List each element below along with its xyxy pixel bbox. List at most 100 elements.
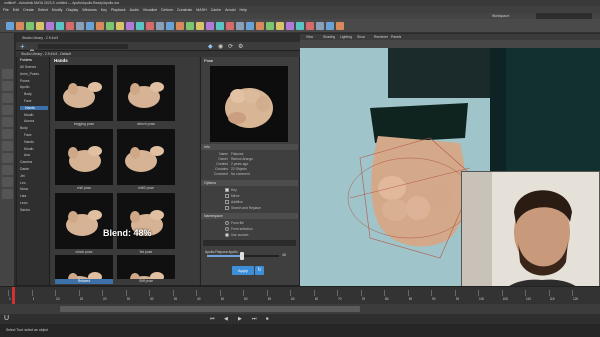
folder-item[interactable]: Mouth [19,147,33,151]
viewport-menu-item[interactable]: Lighting [340,35,352,39]
folder-item[interactable]: Leo [19,181,26,185]
folder-item[interactable]: Lisa [19,194,26,198]
pose-thumbnail[interactable] [117,129,175,185]
timeline[interactable] [0,286,600,304]
shelf-tool-icon[interactable] [306,22,314,30]
viewport-menu-item[interactable]: Renderer [374,35,388,39]
shelf-tool-icon[interactable] [276,22,284,30]
viewport-menu-item[interactable]: View [306,35,313,39]
pose-thumbnail[interactable] [55,255,113,279]
namespace-radio[interactable] [225,227,229,231]
search-icon[interactable] [29,43,36,56]
pose-thumbnail[interactable] [55,193,113,249]
pose-thumbnail[interactable] [117,255,175,279]
menu-item[interactable]: Key [101,8,107,12]
shelf-tool-icon[interactable] [326,22,334,30]
shelf-tool-icon[interactable] [286,22,294,30]
apply-button[interactable]: Apply [232,266,254,275]
option-checkbox[interactable] [225,200,229,204]
menu-item[interactable]: Playback [111,8,126,12]
shelf-tool-icon[interactable] [66,22,74,30]
shelf-tool-icon[interactable] [156,22,164,30]
shelf-tool-icon[interactable] [256,22,264,30]
playback-icon[interactable]: ⏮ [210,316,215,322]
folder-item[interactable]: Anim_Poses [19,72,39,76]
toolbox-tool-icon[interactable] [2,189,13,199]
toolbox-tool-icon[interactable] [2,69,13,79]
folder-item[interactable]: Dante [19,167,29,171]
pose-thumbnail[interactable] [117,65,175,121]
folder-item[interactable]: Face [19,99,32,103]
folder-item[interactable]: Mouth [19,113,33,117]
menu-item[interactable]: Audio [130,8,139,12]
menu-item[interactable]: Create [23,8,34,12]
folder-item[interactable]: Face [19,133,32,137]
pose-thumbnail[interactable] [55,129,113,185]
menu-item[interactable]: Display [66,8,78,12]
viewport-menu-item[interactable]: Show [357,35,365,39]
folder-item[interactable]: Sasha [19,208,30,212]
option-checkbox[interactable] [225,194,229,198]
folder-item[interactable]: Nova [19,187,28,191]
folder-item[interactable]: Body [19,92,32,96]
search-input[interactable] [38,44,128,49]
playhead[interactable] [12,287,15,304]
shelf-tool-icon[interactable] [76,22,84,30]
folder-item[interactable]: Hands [20,105,48,110]
shelf-tool-icon[interactable] [86,22,94,30]
toolbox-tool-icon[interactable] [2,105,13,115]
shelf-tool-icon[interactable] [136,22,144,30]
playback-icon[interactable]: ◀ [224,316,228,322]
namespace-input[interactable]: Apollo:Fistpose:Apollo [203,240,296,254]
shelf-tool-icon[interactable] [126,22,134,30]
shelf-tool-icon[interactable] [226,22,234,30]
folder-item[interactable]: Body [19,126,28,130]
pose-thumbnail[interactable] [55,65,113,121]
option-checkbox[interactable] [225,188,229,192]
apply-options-button[interactable]: ↻ [255,266,264,275]
menu-item[interactable]: Edit [13,8,19,12]
toolbox-tool-icon[interactable] [2,129,13,139]
toolbox-tool-icon[interactable] [2,177,13,187]
toolbox-tool-icon[interactable] [2,141,13,151]
menu-item[interactable]: Arnold [225,8,235,12]
filter-icon[interactable]: ◆ [208,43,215,50]
shelf-tool-icon[interactable] [146,22,154,30]
shelf-tool-icon[interactable] [196,22,204,30]
menu-item[interactable]: Visualize [143,8,157,12]
blend-slider-handle[interactable] [239,252,244,260]
toolbox-tool-icon[interactable] [2,81,13,91]
view-icon[interactable]: ◉ [218,43,225,50]
shelf-tool-icon[interactable] [316,22,324,30]
shelf-tool-icon[interactable] [106,22,114,30]
viewport-menu-item[interactable]: Shading [323,35,335,39]
shelf-tool-icon[interactable] [116,22,124,30]
toolbox-tool-icon[interactable] [2,165,13,175]
shelf-tool-icon[interactable] [296,22,304,30]
shelf-tool-icon[interactable] [236,22,244,30]
toolbox-tool-icon[interactable] [2,93,13,103]
shelf-tool-icon[interactable] [336,22,344,30]
shelf-tool-icon[interactable] [56,22,64,30]
shelf-tool-icon[interactable] [166,22,174,30]
menu-item[interactable]: Select [38,8,48,12]
shelf-tool-icon[interactable] [36,22,44,30]
menu-item[interactable]: Windows [82,8,97,12]
shelf-tool-icon[interactable] [26,22,34,30]
menu-item[interactable]: Help [239,8,246,12]
toolbox-tool-icon[interactable] [2,153,13,163]
info-section[interactable]: Info [201,144,298,150]
options-section[interactable]: Options [201,180,298,186]
playback-icon[interactable]: ⏭ [252,316,257,322]
folder-item[interactable]: Jet [19,174,25,178]
folder-item[interactable]: Apollo [19,85,29,89]
menu-item[interactable]: Cache [211,8,221,12]
folder-item[interactable]: Hands [19,140,34,144]
shelf-tool-icon[interactable] [216,22,224,30]
folder-item[interactable]: Camera [19,160,32,164]
menu-item[interactable]: Deform [161,8,173,12]
shelf-tool-icon[interactable] [46,22,54,30]
menu-item[interactable]: File [3,8,9,12]
shelf-tool-icon[interactable] [96,22,104,30]
folder-item[interactable]: Aurora [19,119,34,123]
